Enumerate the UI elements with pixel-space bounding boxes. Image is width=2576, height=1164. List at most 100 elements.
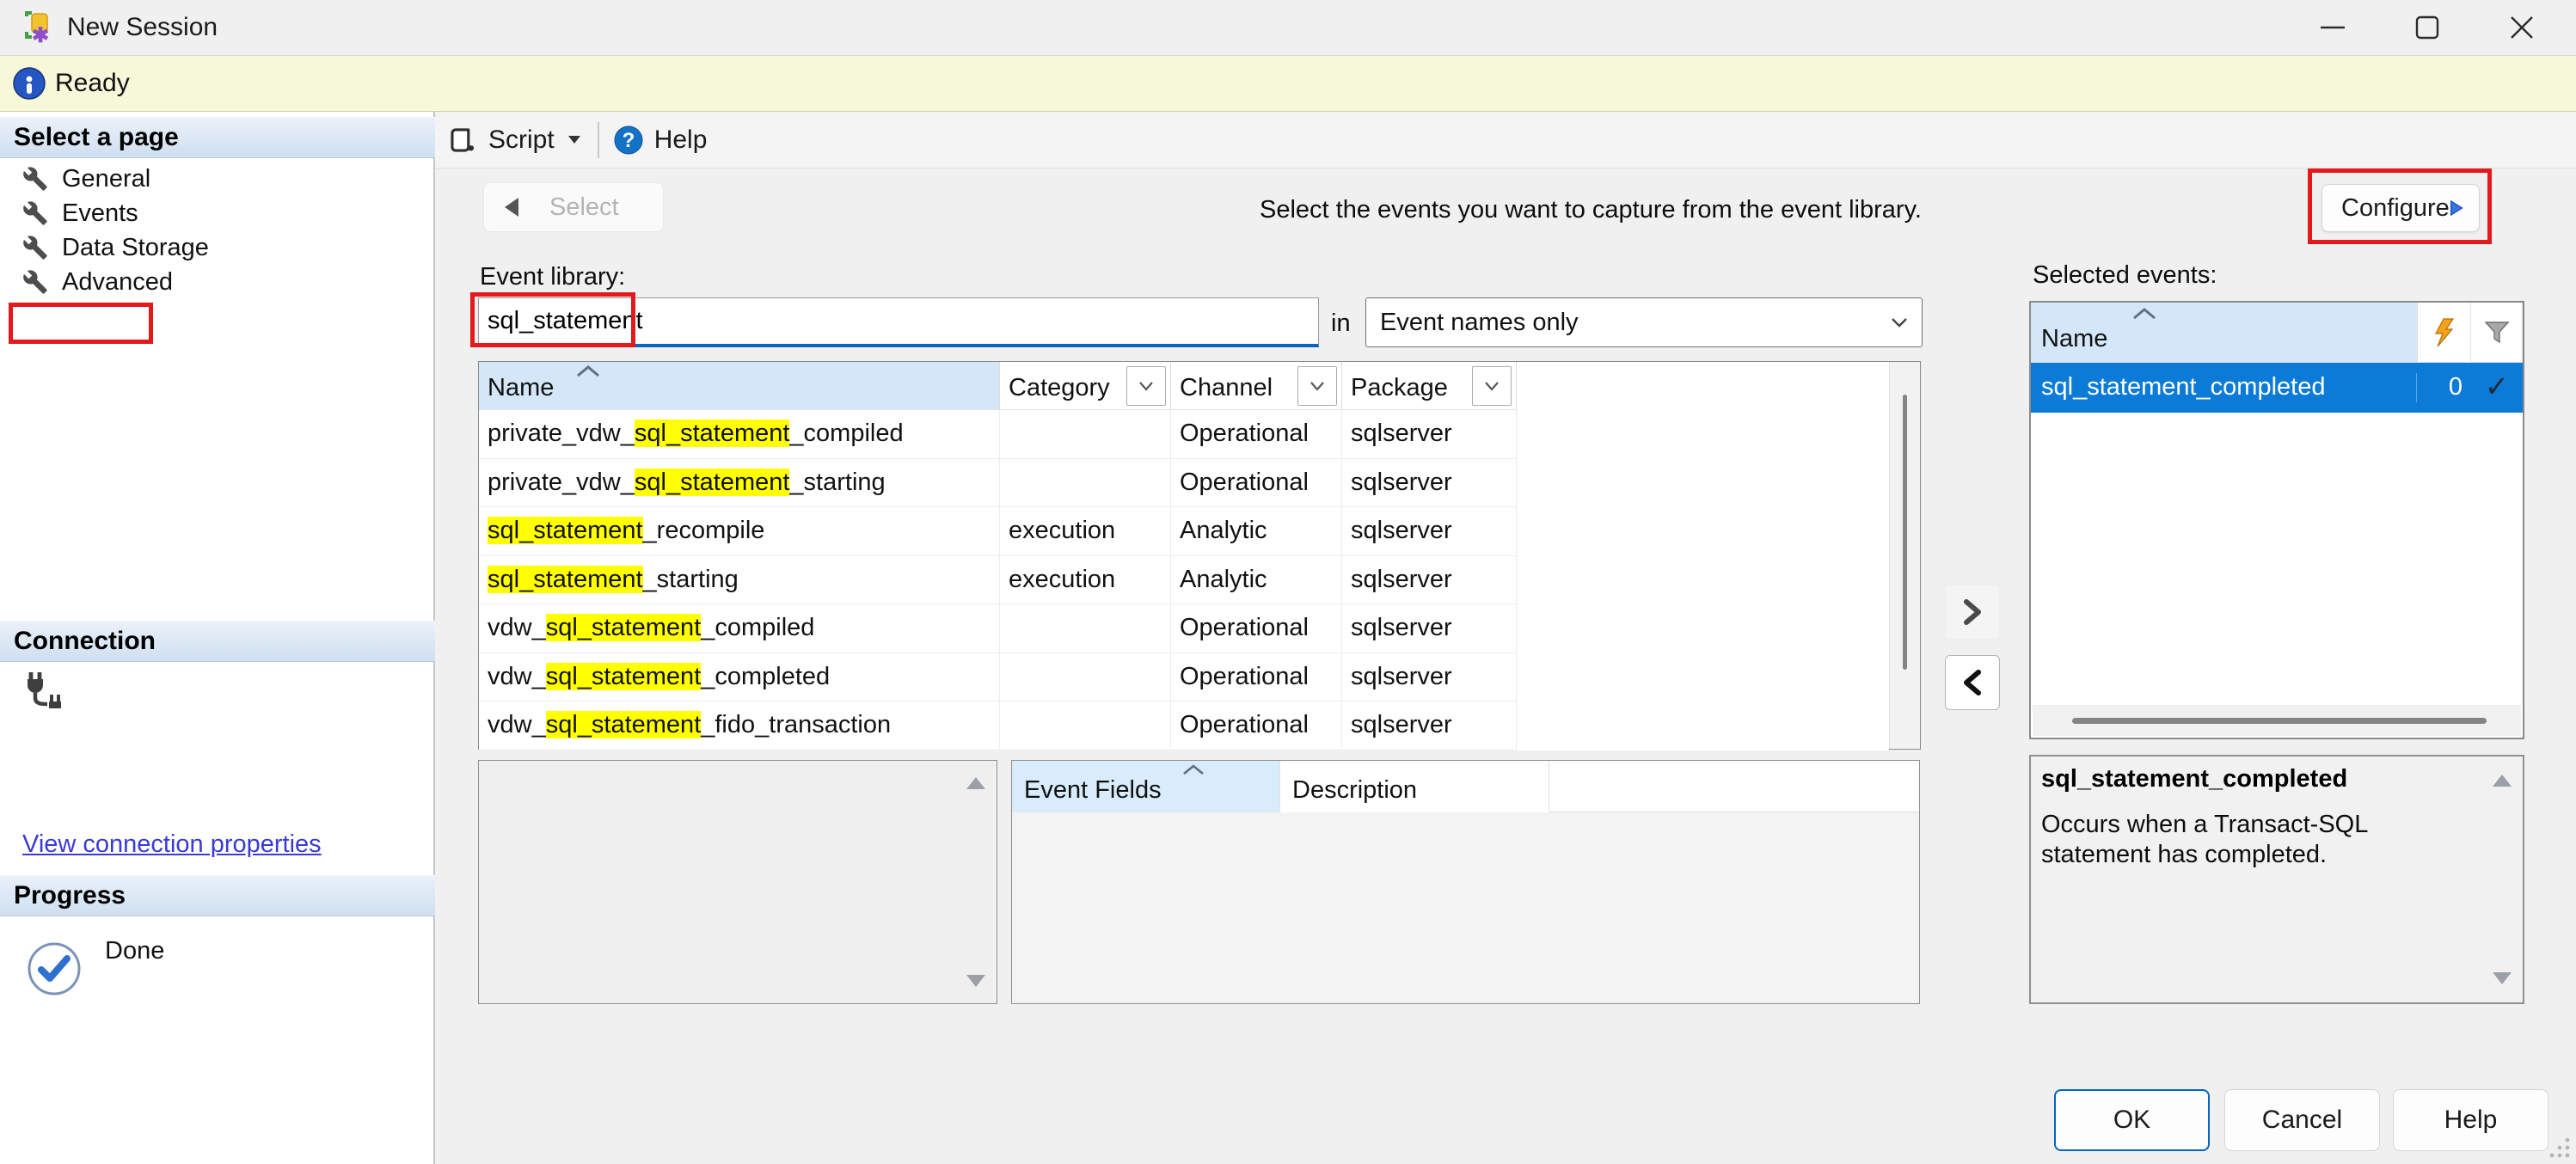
cell-package: sqlserver [1342, 604, 1517, 653]
scroll-down-icon[interactable] [2492, 971, 2512, 985]
help-toolbar-button[interactable]: ? Help [613, 125, 708, 156]
in-label: in [1331, 309, 1351, 338]
status-bar: Ready [0, 55, 2576, 112]
window-title: New Session [67, 0, 218, 55]
cell-category [1000, 604, 1171, 653]
table-row[interactable]: vdw_sql_statement_fido_transaction Opera… [479, 701, 1889, 750]
channel-filter-button[interactable] [1297, 366, 1337, 406]
description-title: sql_statement_completed [2041, 765, 2347, 793]
column-header-event-fields[interactable]: Event Fields [1012, 761, 1280, 812]
chevron-down-icon [568, 136, 580, 144]
event-library-label: Event library: [480, 263, 625, 291]
cell-package: sqlserver [1342, 556, 1517, 605]
cancel-button[interactable]: Cancel [2224, 1089, 2380, 1151]
chevron-down-icon [1309, 380, 1326, 392]
arrow-left-icon [501, 196, 520, 218]
select-back-label: Select [549, 193, 619, 222]
script-label: Script [488, 126, 555, 155]
table-row[interactable]: vdw_sql_statement_compiled Operational s… [479, 604, 1889, 653]
sort-ascending-icon [1182, 764, 1205, 775]
script-button[interactable]: Script [447, 126, 580, 155]
column-header-description[interactable]: Description [1280, 761, 1549, 812]
help-icon: ? [613, 125, 644, 156]
cell-channel: Operational [1171, 653, 1342, 702]
cell-name: vdw_sql_statement_compiled [479, 604, 1000, 653]
sidebar-item-label: General [62, 165, 150, 193]
cell-name: vdw_sql_statement_completed [479, 653, 1000, 702]
connection-header: Connection [0, 621, 435, 662]
cell-category [1000, 459, 1171, 508]
description-body: Occurs when a Transact-SQL statement has… [2041, 810, 2478, 871]
event-library-table: Name Category Channel Package [478, 361, 1921, 750]
cell-name: private_vdw_sql_statement_starting [479, 459, 1000, 508]
check-icon: ✓ [2471, 370, 2523, 404]
selected-column-header-filters[interactable] [2418, 303, 2471, 363]
scroll-up-icon[interactable] [2492, 774, 2512, 787]
category-filter-button[interactable] [1126, 366, 1166, 406]
selected-horizontal-scrollbar[interactable] [2033, 705, 2521, 736]
resize-grip[interactable] [2547, 1135, 2571, 1159]
selected-column-header-name[interactable]: Name [2031, 303, 2418, 363]
help-button[interactable]: Help [2393, 1089, 2548, 1151]
done-check-icon [26, 940, 83, 1004]
view-connection-properties-link[interactable]: View connection properties [22, 830, 322, 859]
cell-channel: Analytic [1171, 556, 1342, 605]
library-vertical-scrollbar[interactable] [1889, 362, 1920, 749]
scrollbar-thumb[interactable] [1903, 395, 1907, 670]
cell-category: execution [1000, 507, 1171, 556]
selected-events-label: Selected events: [2033, 261, 2217, 290]
column-header-category[interactable]: Category [1000, 362, 1171, 410]
help-label: Help [654, 126, 708, 155]
scroll-down-icon[interactable] [966, 974, 986, 988]
sidebar-item-label: Advanced [62, 268, 173, 297]
chevron-right-icon [1961, 598, 1984, 626]
toolbar-separator [598, 122, 599, 158]
minimize-button[interactable] [2285, 0, 2380, 55]
sidebar-item-label: Data Storage [62, 234, 209, 262]
wrench-icon [22, 269, 48, 295]
add-event-button[interactable] [1945, 585, 2000, 640]
sidebar-item-events[interactable]: Events [0, 196, 435, 230]
library-table-header: Name Category Channel Package [479, 362, 1889, 410]
column-header-name[interactable]: Name [479, 362, 1000, 410]
close-button[interactable] [2475, 0, 2569, 55]
package-filter-button[interactable] [1472, 366, 1512, 406]
lightning-icon [2433, 318, 2456, 347]
sidebar-item-general[interactable]: General [0, 162, 435, 196]
cell-channel: Operational [1171, 410, 1342, 459]
fields-table-header: Event Fields Description [1012, 761, 1919, 812]
cell-package: sqlserver [1342, 653, 1517, 702]
ok-button[interactable]: OK [2054, 1089, 2210, 1151]
selected-event-filter-count: 0 [2416, 373, 2471, 402]
scrollbar-thumb[interactable] [2072, 718, 2487, 724]
maximize-button[interactable] [2380, 0, 2475, 55]
sort-ascending-icon [575, 365, 601, 377]
table-row[interactable]: sql_statement_starting execution Analyti… [479, 556, 1889, 605]
sidebar-item-data-storage[interactable]: Data Storage [0, 230, 435, 265]
selected-column-header-enabled[interactable] [2471, 303, 2523, 363]
sidebar-item-advanced[interactable]: Advanced [0, 265, 435, 299]
search-scope-dropdown[interactable]: Event names only [1365, 297, 1923, 347]
title-bar: ✱ New Session [0, 0, 2576, 55]
wrench-icon [22, 200, 48, 226]
table-row[interactable]: sql_statement_recompile execution Analyt… [479, 507, 1889, 556]
scroll-up-icon[interactable] [966, 776, 986, 790]
table-row[interactable]: private_vdw_sql_statement_compiled Opera… [479, 410, 1889, 459]
table-row[interactable]: private_vdw_sql_statement_starting Opera… [479, 459, 1889, 508]
selected-event-row[interactable]: sql_statement_completed 0 ✓ [2031, 363, 2523, 413]
cell-name: vdw_sql_statement_fido_transaction [479, 701, 1000, 750]
svg-text:?: ? [622, 129, 635, 152]
cell-channel: Operational [1171, 459, 1342, 508]
select-back-button[interactable]: Select [483, 182, 664, 232]
remove-event-button[interactable] [1945, 655, 2000, 710]
event-library-search-input[interactable] [478, 297, 1319, 347]
column-header-channel[interactable]: Channel [1171, 362, 1342, 410]
cell-category: execution [1000, 556, 1171, 605]
progress-status-text: Done [105, 937, 164, 965]
svg-text:✱: ✱ [32, 24, 49, 44]
event-description-panel: sql_statement_completed Occurs when a Tr… [2029, 755, 2524, 1004]
table-row[interactable]: vdw_sql_statement_completed Operational … [479, 653, 1889, 702]
column-header-package[interactable]: Package [1342, 362, 1517, 410]
sort-ascending-icon [2132, 308, 2156, 320]
configure-button[interactable]: Configure [2321, 184, 2480, 232]
